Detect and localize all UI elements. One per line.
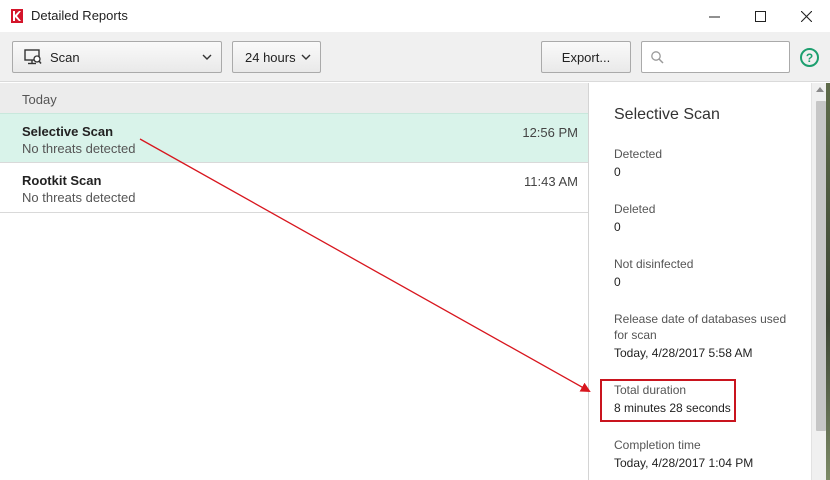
detected-label: Detected	[614, 147, 663, 161]
group-header-today: Today	[0, 83, 588, 113]
minimize-button[interactable]	[691, 0, 737, 32]
not-disinfected-value: 0	[614, 275, 621, 289]
report-name: Rootkit Scan	[22, 173, 102, 188]
help-icon[interactable]: ?	[800, 48, 819, 67]
details-title: Selective Scan	[614, 106, 720, 123]
monitor-scan-icon	[24, 49, 42, 65]
background-desktop	[826, 83, 830, 480]
not-disinfected-label: Not disinfected	[614, 257, 694, 271]
deleted-value: 0	[614, 220, 621, 234]
toolbar: Scan 24 hours Export... ?	[0, 32, 830, 82]
db-release-date-label: Release date of databases used for scan	[614, 312, 787, 342]
detected-value: 0	[614, 165, 621, 179]
period-dropdown[interactable]: 24 hours	[232, 41, 321, 73]
kaspersky-logo-icon	[11, 9, 23, 23]
close-icon	[800, 10, 812, 22]
report-row-rootkit-scan[interactable]: Rootkit Scan No threats detected 11:43 A…	[0, 163, 588, 213]
report-status: No threats detected	[22, 141, 136, 156]
report-type-label: Scan	[50, 49, 80, 65]
report-type-dropdown[interactable]: Scan	[12, 41, 222, 73]
report-details-panel: Selective Scan Detected 0 Deleted 0 Not …	[588, 83, 830, 480]
export-button[interactable]: Export...	[541, 41, 631, 73]
db-release-date-value: Today, 4/28/2017 5:58 AM	[614, 346, 753, 360]
total-duration-value: 8 minutes 28 seconds	[614, 401, 731, 415]
scroll-up-arrow-icon[interactable]	[816, 87, 824, 92]
search-field[interactable]	[641, 41, 790, 73]
close-button[interactable]	[783, 0, 829, 32]
period-label: 24 hours	[245, 49, 296, 65]
deleted-label: Deleted	[614, 202, 656, 216]
window-title: Detailed Reports	[31, 8, 128, 23]
report-name: Selective Scan	[22, 124, 114, 139]
maximize-button[interactable]	[737, 0, 783, 32]
report-row-selective-scan[interactable]: Selective Scan No threats detected 12:56…	[0, 113, 588, 163]
title-bar: Detailed Reports	[0, 0, 830, 32]
completion-time-value: Today, 4/28/2017 1:04 PM	[614, 456, 754, 470]
total-duration-label: Total duration	[614, 383, 687, 397]
completion-time-label: Completion time	[614, 438, 701, 452]
scroll-thumb[interactable]	[816, 101, 826, 431]
search-input[interactable]	[668, 44, 786, 70]
report-status: No threats detected	[22, 190, 136, 205]
report-time: 12:56 PM	[522, 125, 578, 140]
report-time: 11:43 AM	[524, 174, 578, 189]
chevron-down-icon	[202, 54, 212, 60]
search-icon	[651, 51, 664, 64]
maximize-icon	[754, 10, 766, 22]
report-list: Today Selective Scan No threats detected…	[0, 83, 588, 480]
chevron-down-icon	[301, 54, 311, 60]
minimize-icon	[708, 16, 720, 17]
